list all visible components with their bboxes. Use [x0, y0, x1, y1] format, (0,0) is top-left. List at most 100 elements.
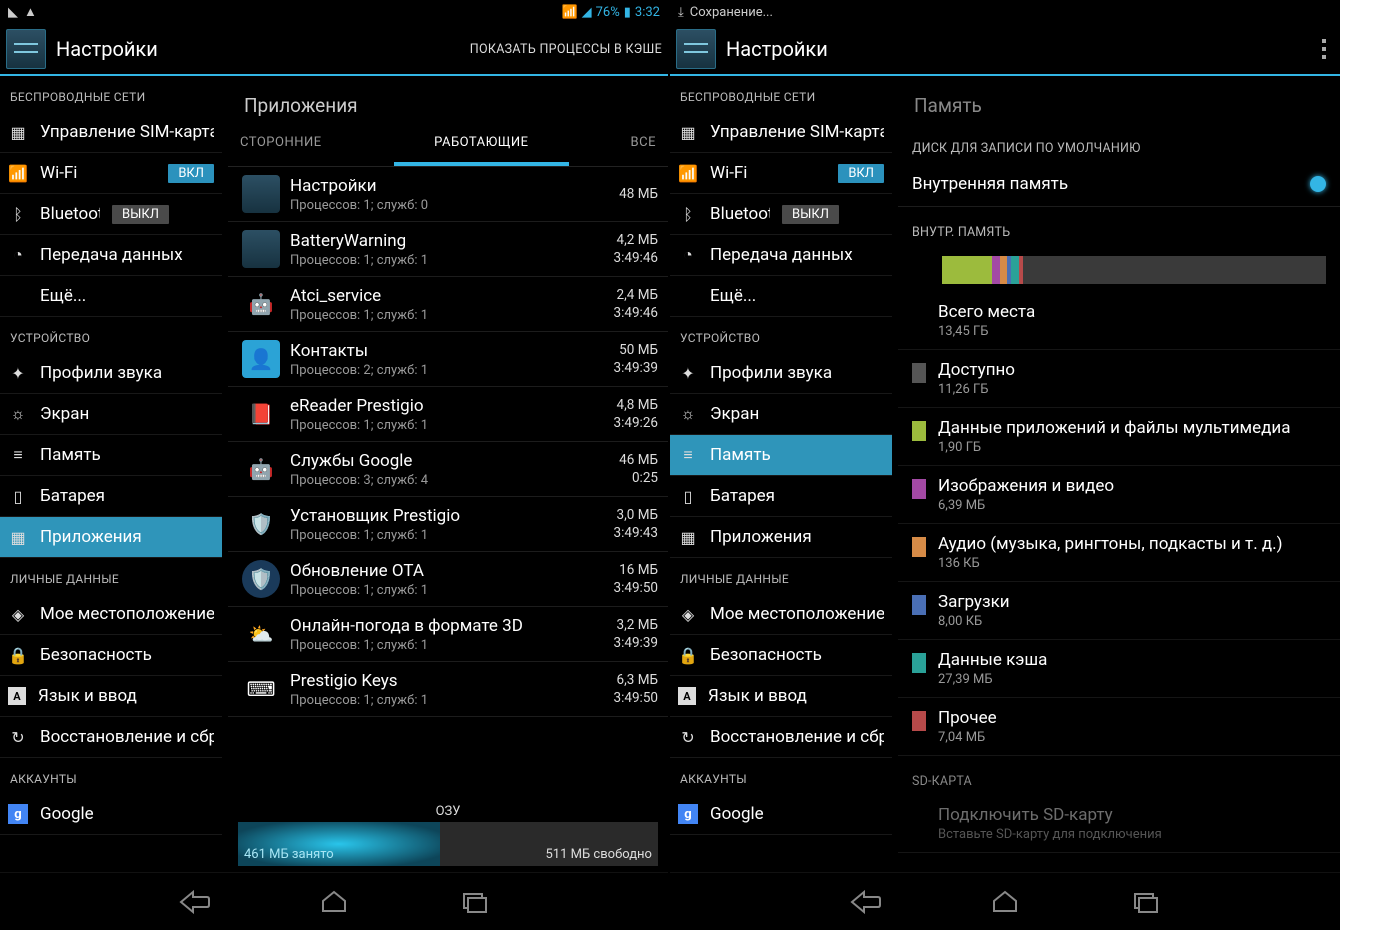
color-swatch	[912, 479, 926, 499]
app-row[interactable]: 🛡️Установщик PrestigioПроцессов: 1; служ…	[228, 497, 668, 552]
sidebar-item-label: Безопасность	[40, 645, 214, 665]
app-time: 3:49:26	[614, 415, 658, 431]
app-row[interactable]: 🤖Atci_serviceПроцессов: 1; служб: 12,4 М…	[228, 277, 668, 332]
sidebar-item-apps[interactable]: ▦Приложения	[670, 517, 892, 558]
sidebar-item-battery[interactable]: ▯Батарея	[670, 476, 892, 517]
app-time: 3:49:39	[614, 635, 658, 651]
app-row[interactable]: НастройкиПроцессов: 1; служб: 048 МБ	[228, 167, 668, 222]
backup-icon: ↻	[8, 727, 28, 747]
sidebar-item-google[interactable]: gGoogle	[670, 794, 892, 835]
internal-header: ВНУТР. ПАМЯТЬ	[898, 207, 1340, 246]
sidebar-item-language[interactable]: AЯзык и ввод	[670, 676, 892, 717]
sidebar-item-display[interactable]: ☼Экран	[670, 394, 892, 435]
sidebar-item-security[interactable]: 🔒Безопасность	[670, 635, 892, 676]
storage-icon: ≡	[678, 445, 698, 465]
recents-button[interactable]	[1120, 884, 1170, 920]
tab-all[interactable]: ВСЕ	[569, 123, 668, 166]
warning-icon: ▲	[24, 4, 37, 20]
status-bar: ◣ ▲ 📶 ◢ 76% ▮ 3:32	[0, 0, 668, 24]
storage-category-row[interactable]: Загрузки8,00 КБ	[898, 582, 1340, 640]
back-button[interactable]	[840, 884, 890, 920]
app-row[interactable]: ⌨Prestigio KeysПроцессов: 1; служб: 16,3…	[228, 662, 668, 717]
color-swatch	[912, 653, 926, 673]
sidebar-item-sim[interactable]: ▦Управление SIM-картами	[670, 112, 892, 153]
sidebar-item-sim[interactable]: ▦ Управление SIM-картами	[0, 112, 222, 153]
sidebar-item-data[interactable]: ◔Передача данных	[670, 235, 892, 276]
sidebar-item-label: Мое местоположение	[40, 604, 214, 624]
sidebar-item-audio[interactable]: ✦ Профили звука	[0, 353, 222, 394]
app-size: 2,4 МБ	[614, 287, 658, 303]
app-row[interactable]: BatteryWarningПроцессов: 1; служб: 14,2 …	[228, 222, 668, 277]
app-row[interactable]: 👤КонтактыПроцессов: 2; служб: 150 МБ3:49…	[228, 332, 668, 387]
app-name: Контакты	[290, 341, 604, 361]
battery-pct: 76%	[596, 5, 620, 20]
recents-button[interactable]	[449, 884, 499, 920]
tab-thirdparty[interactable]: СТОРОННИЕ	[228, 123, 394, 166]
radio-selected-icon	[1310, 176, 1326, 192]
sidebar-item-apps[interactable]: ▦ Приложения	[0, 517, 222, 558]
sidebar-item-security[interactable]: 🔒 Безопасность	[0, 635, 222, 676]
page-title: Настройки	[726, 37, 1314, 61]
sidebar-item-battery[interactable]: ▯ Батарея	[0, 476, 222, 517]
wifi-toggle[interactable]: ВКЛ	[838, 164, 884, 183]
app-subtitle: Процессов: 1; служб: 0	[290, 198, 609, 213]
sidebar-item-display[interactable]: ☼ Экран	[0, 394, 222, 435]
app-icon: 🤖	[242, 450, 280, 488]
sidebar-item-wifi[interactable]: 📶Wi-FiВКЛ	[670, 153, 892, 194]
show-cached-processes[interactable]: ПОКАЗАТЬ ПРОЦЕССЫ В КЭШЕ	[470, 42, 662, 57]
home-button[interactable]	[980, 884, 1030, 920]
sidebar-item-bluetooth[interactable]: ᛒ Bluetooth ВЫКЛ	[0, 194, 222, 235]
internal-storage-option[interactable]: Внутренняя память	[898, 162, 1340, 207]
running-apps-list[interactable]: НастройкиПроцессов: 1; служб: 048 МБBatt…	[228, 167, 668, 800]
app-time: 0:25	[619, 470, 658, 486]
google-icon: g	[8, 804, 28, 824]
sidebar-item-backup[interactable]: ↻ Восстановление и сброс	[0, 717, 222, 758]
sidebar-item-more[interactable]: Ещё...	[0, 276, 222, 317]
storage-category-row[interactable]: Доступно11,26 ГБ	[898, 350, 1340, 408]
app-time: 3:49:46	[614, 305, 658, 321]
sidebar-item-bluetooth[interactable]: ᛒBluetoothВЫКЛ	[670, 194, 892, 235]
sim-icon: ▦	[8, 122, 28, 142]
sidebar-item-label: Батарея	[710, 486, 884, 506]
wifi-toggle[interactable]: ВКЛ	[168, 164, 214, 183]
storage-category-row[interactable]: Изображения и видео6,39 МБ	[898, 466, 1340, 524]
app-row[interactable]: ⛅Онлайн-погода в формате 3DПроцессов: 1;…	[228, 607, 668, 662]
sidebar-item-memory[interactable]: ≡Память	[670, 435, 892, 476]
section-accounts: АККАУНТЫ	[670, 758, 892, 794]
sidebar-item-data[interactable]: ◔ Передача данных	[0, 235, 222, 276]
app-row[interactable]: 🛡️Обновление OTAПроцессов: 1; служб: 116…	[228, 552, 668, 607]
sidebar-item-label: Язык и ввод	[708, 686, 884, 706]
bluetooth-toggle[interactable]: ВЫКЛ	[112, 205, 169, 224]
storage-icon: ≡	[8, 445, 28, 465]
bluetooth-toggle[interactable]: ВЫКЛ	[782, 205, 839, 224]
sidebar-item-google[interactable]: g Google	[0, 794, 222, 835]
clock: 3:32	[635, 5, 660, 20]
sidebar-item-label: Экран	[710, 404, 884, 424]
storage-category-row[interactable]: Аудио (музыка, рингтоны, подкасты и т. д…	[898, 524, 1340, 582]
sidebar-item-language[interactable]: A Язык и ввод	[0, 676, 222, 717]
sidebar-item-label: Управление SIM-картами	[40, 122, 214, 142]
back-button[interactable]	[169, 884, 219, 920]
sidebar-item-audio[interactable]: ✦Профили звука	[670, 353, 892, 394]
storage-category-row[interactable]: Прочее7,04 МБ	[898, 698, 1340, 756]
sidebar-item-label: Ещё...	[40, 286, 214, 306]
sidebar-item-wifi[interactable]: 📶 Wi-Fi ВКЛ	[0, 153, 222, 194]
tab-running[interactable]: РАБОТАЮЩИЕ	[394, 123, 569, 166]
sidebar-item-backup[interactable]: ↻Восстановление и сброс	[670, 717, 892, 758]
app-name: Службы Google	[290, 451, 609, 471]
storage-category-row[interactable]: Данные приложений и файлы мультимедиа1,9…	[898, 408, 1340, 466]
storage-category-row[interactable]: Всего места13,45 ГБ	[898, 292, 1340, 350]
app-row[interactable]: 🤖Службы GoogleПроцессов: 3; служб: 446 М…	[228, 442, 668, 497]
storage-bar-segment	[1011, 256, 1019, 284]
sidebar-item-location[interactable]: ◈ Мое местоположение	[0, 594, 222, 635]
sidebar-item-label: Приложения	[710, 527, 884, 547]
sidebar-item-location[interactable]: ◈Мое местоположение	[670, 594, 892, 635]
sidebar-item-memory[interactable]: ≡ Память	[0, 435, 222, 476]
category-title: Загрузки	[938, 592, 1010, 612]
app-row[interactable]: 📕eReader PrestigioПроцессов: 1; служб: 1…	[228, 387, 668, 442]
home-button[interactable]	[309, 884, 359, 920]
sidebar-item-label: Память	[40, 445, 214, 465]
sidebar-item-more[interactable]: Ещё...	[670, 276, 892, 317]
storage-category-row[interactable]: Данные кэша27,39 МБ	[898, 640, 1340, 698]
overflow-menu[interactable]	[1314, 29, 1334, 69]
